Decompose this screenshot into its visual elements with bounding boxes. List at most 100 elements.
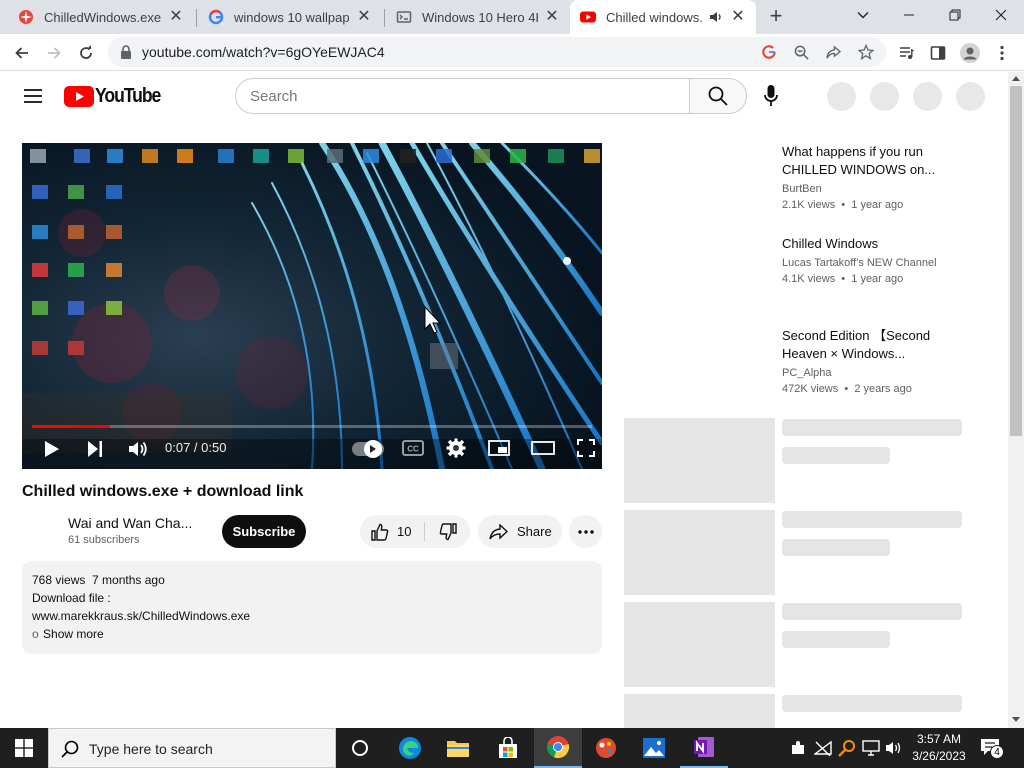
youtube-logo[interactable]: YouTube (64, 85, 169, 107)
media-controls-icon[interactable] (892, 39, 920, 67)
lock-icon[interactable] (120, 45, 132, 59)
recommendation-item[interactable]: Chilled Windows Lucas Tartakoff's NEW Ch… (782, 235, 982, 285)
miniplayer-icon[interactable] (488, 440, 510, 456)
description-link[interactable]: www.marekkraus.sk/ChilledWindows.exe (32, 609, 250, 623)
apps-button-placeholder[interactable] (870, 82, 899, 111)
next-video-icon[interactable] (87, 440, 103, 458)
tab-windows-10-wallpaper[interactable]: windows 10 wallpaper ✕ (198, 0, 382, 34)
microphone-icon[interactable] (764, 85, 778, 107)
skeleton-title-bar (782, 603, 962, 620)
recommendation-title: Chilled Windows (782, 236, 879, 251)
tab-close-icon[interactable]: ✕ (356, 9, 372, 25)
play-icon[interactable] (44, 440, 60, 458)
video-stats: 768 views 7 months ago (32, 573, 165, 587)
notifications-button-placeholder[interactable] (913, 82, 942, 111)
volume-icon[interactable] (128, 439, 148, 459)
more-actions-button[interactable] (569, 515, 602, 548)
recommendation-item[interactable]: What happens if you run CHILLED WINDOWS … (782, 143, 972, 211)
page-scrollbar[interactable] (1008, 72, 1024, 728)
youtube-logo-text: YouTube (95, 84, 161, 107)
tab-search-icon[interactable] (840, 0, 886, 30)
close-window-icon[interactable] (978, 0, 1024, 30)
taskbar-chrome[interactable] (534, 728, 582, 768)
zoom-icon[interactable] (794, 45, 809, 60)
forward-icon[interactable] (40, 39, 68, 67)
description-box[interactable]: 768 views 7 months ago Download file : w… (22, 561, 602, 654)
restore-icon[interactable] (932, 0, 978, 30)
video-progress-track[interactable] (32, 425, 592, 428)
browser-menu-icon[interactable] (988, 39, 1016, 67)
cortana-button[interactable] (336, 728, 384, 768)
channel-name[interactable]: Wai and Wan Cha... (68, 515, 192, 531)
onenote-icon (694, 737, 714, 757)
skeleton-title-bar (782, 419, 962, 436)
tab-close-icon[interactable]: ✕ (168, 9, 184, 25)
tab-chilled-windows-youtube[interactable]: Chilled windows.exe ✕ (570, 0, 756, 34)
start-button[interactable] (0, 728, 48, 768)
share-button[interactable]: Share (478, 515, 562, 548)
taskbar-app-red[interactable] (582, 728, 630, 768)
share-arrow-icon (489, 523, 508, 540)
taskbar-onenote[interactable] (680, 728, 728, 768)
store-bag-icon (499, 737, 517, 758)
tray-volume-icon[interactable] (885, 739, 903, 757)
recommendation-item[interactable]: Second Edition 【Second Heaven × Windows.… (782, 327, 972, 395)
video-player[interactable]: 0:07 / 0:50 CC (22, 143, 602, 469)
like-count: 10 (397, 524, 412, 539)
google-icon (208, 9, 224, 25)
tab-close-icon[interactable]: ✕ (730, 9, 746, 25)
tab-chilledwindows-exe[interactable]: ChilledWindows.exe ✕ (8, 0, 194, 34)
reload-icon[interactable] (72, 39, 100, 67)
profile-avatar-icon[interactable] (956, 39, 984, 67)
show-more-link[interactable]: Show more (43, 627, 104, 641)
theater-mode-icon[interactable] (531, 440, 555, 456)
hamburger-menu-icon[interactable] (24, 88, 42, 104)
scroll-up-arrow-icon[interactable] (1012, 75, 1020, 81)
account-avatar-placeholder[interactable] (956, 82, 985, 111)
subscribe-button[interactable]: Subscribe (222, 515, 306, 548)
taskbar-edge[interactable] (386, 728, 434, 768)
subtitles-icon[interactable]: CC (402, 440, 424, 456)
tab-title: ChilledWindows.exe (44, 9, 162, 25)
url-text[interactable]: youtube.com/watch?v=6gOYeEWJAC4 (142, 44, 385, 60)
taskbar-clock[interactable]: 3:57 AM 3/26/2023 (908, 731, 970, 765)
description-truncated-text: o (32, 627, 39, 641)
audio-playing-icon[interactable] (708, 9, 724, 25)
fullscreen-icon[interactable] (577, 439, 595, 457)
like-button[interactable]: 10 (360, 515, 424, 548)
search-input[interactable]: Search (235, 78, 690, 114)
autoplay-toggle[interactable] (352, 440, 384, 458)
settings-gear-icon[interactable] (446, 438, 466, 458)
taskbar-file-explorer[interactable] (434, 728, 482, 768)
skeleton-meta-bar (782, 631, 890, 648)
youtube-page: YouTube Search 0:07 / 0:50 CC Chilled wi… (0, 72, 1008, 728)
side-panel-icon[interactable] (924, 39, 952, 67)
taskbar-search-box[interactable]: Type here to search (48, 728, 336, 768)
create-button-placeholder[interactable] (827, 82, 856, 111)
tray-puzzle-icon[interactable] (790, 740, 806, 756)
autoplay-knob (364, 440, 382, 458)
recommendation-channel: PC_Alpha (782, 367, 832, 379)
tray-search-app-icon[interactable] (838, 739, 856, 757)
like-dislike-group: 10 (360, 515, 470, 548)
google-lens-icon[interactable] (762, 45, 776, 59)
tray-display-icon[interactable] (862, 739, 880, 757)
tab-windows-10-hero[interactable]: Windows 10 Hero 4K U ✕ (386, 0, 570, 34)
search-button[interactable] (689, 78, 747, 114)
tray-network-off-icon[interactable] (814, 740, 832, 756)
action-center-button[interactable]: 4 (980, 738, 1006, 760)
thumbs-up-icon (371, 523, 389, 541)
new-tab-icon[interactable]: + (762, 5, 790, 29)
scroll-down-arrow-icon[interactable] (1012, 717, 1020, 723)
bookmark-star-icon[interactable] (858, 44, 874, 60)
minimize-icon[interactable] (886, 0, 932, 30)
edge-icon (399, 737, 421, 759)
share-page-icon[interactable] (826, 45, 841, 60)
tab-close-icon[interactable]: ✕ (544, 9, 560, 25)
address-bar[interactable]: youtube.com/watch?v=6gOYeEWJAC4 (108, 37, 886, 67)
dislike-button[interactable] (425, 515, 470, 548)
taskbar-store[interactable] (484, 728, 532, 768)
scrollbar-thumb[interactable] (1010, 86, 1022, 436)
back-icon[interactable] (8, 39, 36, 67)
taskbar-photos[interactable] (630, 728, 678, 768)
